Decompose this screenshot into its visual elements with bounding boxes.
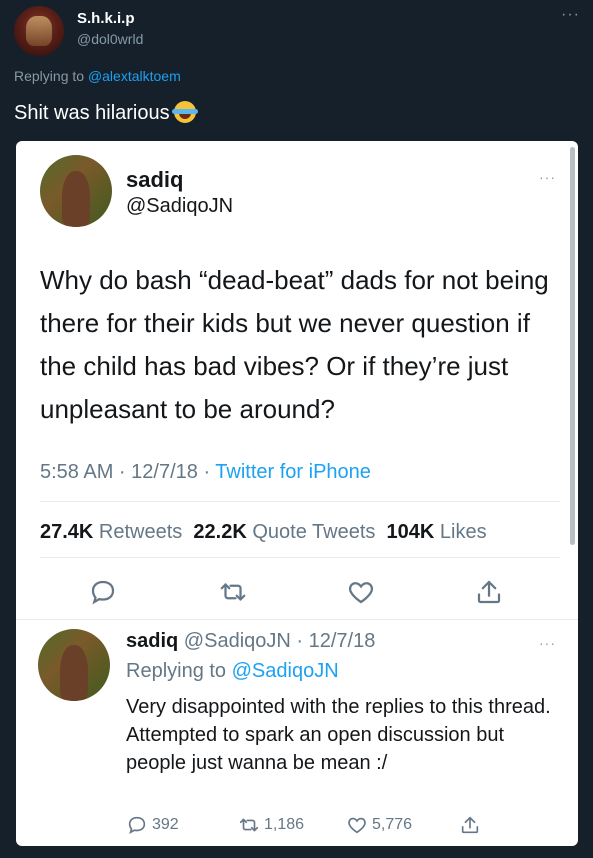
- likes-label[interactable]: Likes: [434, 521, 487, 543]
- like-icon[interactable]: [346, 814, 368, 836]
- divider: [40, 557, 560, 558]
- divider: [16, 619, 578, 620]
- reply-icon[interactable]: [88, 577, 118, 607]
- retweets-label[interactable]: Retweets: [93, 521, 193, 543]
- display-name[interactable]: sadiq: [126, 167, 183, 193]
- retweet-icon[interactable]: [218, 577, 248, 607]
- replying-to-mention[interactable]: @SadiqoJN: [232, 660, 339, 682]
- tweet-stats: 27.4K Retweets 22.2K Quote Tweets 104K L…: [40, 521, 487, 544]
- tweet-text: Shit was hilarious: [14, 101, 198, 125]
- tweet-text-content: Shit was hilarious: [14, 102, 170, 124]
- replying-to-line: Replying to @alextalktoem: [14, 68, 181, 84]
- user-handle[interactable]: @SadiqoJN: [126, 195, 233, 218]
- scrollbar[interactable]: [570, 147, 575, 545]
- replying-to-mention[interactable]: @alextalktoem: [88, 68, 181, 84]
- retweet-action[interactable]: 1,186: [238, 814, 304, 836]
- display-name[interactable]: sadiq: [126, 630, 178, 652]
- tweet-text: Why do bash “dead-beat” dads for not bei…: [40, 265, 549, 424]
- laughing-crying-emoji-icon: [171, 101, 198, 123]
- quote-count[interactable]: 22.2K: [193, 521, 246, 543]
- share-icon[interactable]: [459, 814, 481, 836]
- avatar[interactable]: [40, 155, 112, 227]
- handle-and-date[interactable]: @SadiqoJN · 12/7/18: [178, 630, 376, 652]
- tweet-timestamp[interactable]: 5:58 AM · 12/7/18 ·: [40, 461, 215, 483]
- outer-tweet-header: S.h.k.i.p @dol0wrld ···: [14, 6, 580, 56]
- display-name[interactable]: S.h.k.i.p: [77, 10, 135, 27]
- like-count: 5,776: [372, 816, 413, 833]
- retweet-count[interactable]: 27.4K: [40, 521, 93, 543]
- retweet-count: 1,186: [264, 816, 305, 833]
- divider: [40, 501, 560, 502]
- like-count[interactable]: 104K: [387, 521, 435, 543]
- reply-count: 392: [152, 816, 179, 833]
- more-options-icon[interactable]: ···: [539, 635, 556, 651]
- retweet-icon[interactable]: [238, 814, 260, 836]
- reply-text: Very disappointed with the replies to th…: [126, 696, 551, 774]
- replying-to-line: Replying to @SadiqoJN: [126, 660, 339, 683]
- replying-to-label: Replying to: [126, 660, 232, 682]
- replying-to-label: Replying to: [14, 68, 88, 84]
- more-options-icon[interactable]: ···: [561, 6, 580, 24]
- screenshot-card: sadiq @SadiqoJN ··· Why do bash “dead-be…: [16, 141, 578, 846]
- share-action[interactable]: [459, 814, 481, 836]
- reply-header: sadiq @SadiqoJN · 12/7/18: [126, 630, 375, 653]
- like-action[interactable]: 5,776: [346, 814, 412, 836]
- like-icon[interactable]: [346, 577, 376, 607]
- reply-action[interactable]: 392: [126, 814, 179, 836]
- user-handle[interactable]: @dol0wrld: [77, 31, 143, 47]
- tweet-source[interactable]: Twitter for iPhone: [215, 461, 371, 483]
- quote-tweets-label[interactable]: Quote Tweets: [247, 521, 387, 543]
- more-options-icon[interactable]: ···: [539, 169, 556, 185]
- tweet-meta: 5:58 AM · 12/7/18 · Twitter for iPhone: [40, 461, 371, 484]
- avatar[interactable]: [14, 6, 64, 56]
- share-icon[interactable]: [474, 577, 504, 607]
- avatar[interactable]: [38, 629, 110, 701]
- reply-icon[interactable]: [126, 814, 148, 836]
